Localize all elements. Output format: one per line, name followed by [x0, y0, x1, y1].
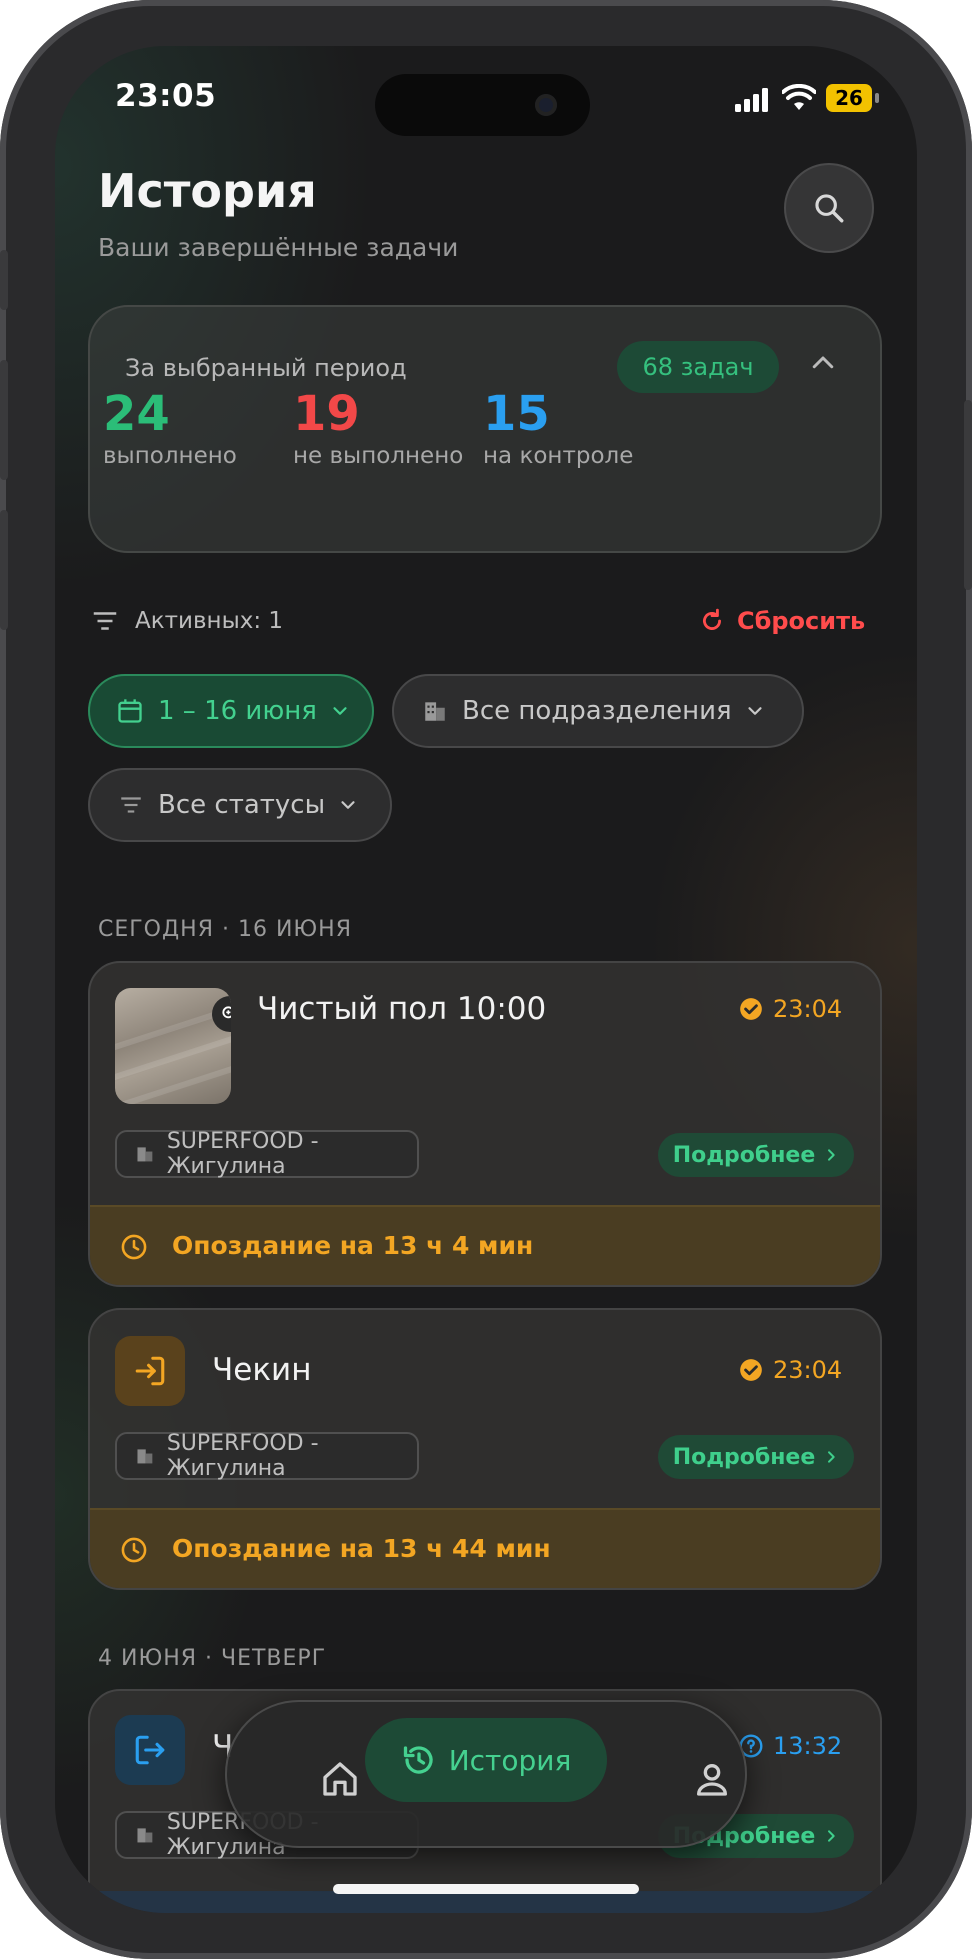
details-label: Подробнее [672, 1444, 816, 1470]
status-filter[interactable]: Все статусы [88, 768, 392, 842]
task-title: Чистый пол 10:00 [257, 991, 547, 1027]
late-text: Опоздание на 13 ч 44 мин [172, 1534, 551, 1563]
chevron-right-icon [828, 1149, 835, 1161]
wifi-icon [782, 84, 816, 110]
reset-filters-button[interactable]: Сбросить [737, 607, 865, 635]
stat-done-label: выполнено [103, 443, 237, 469]
date-range-label: 1 – 16 июня [158, 696, 317, 726]
task-photo-thumbnail[interactable] [115, 988, 231, 1104]
search-icon [815, 194, 844, 223]
home-icon[interactable] [320, 1759, 360, 1799]
task-time: 13:32 [773, 1732, 843, 1760]
profile-icon[interactable] [692, 1759, 732, 1799]
details-label: Подробнее [672, 1142, 816, 1168]
filter-icon [93, 612, 117, 630]
check-circle-icon [740, 1359, 762, 1381]
department-filter[interactable]: Все подразделения [392, 674, 804, 748]
details-button[interactable]: Подробнее [658, 1435, 854, 1479]
department-filter-label: Все подразделения [462, 696, 732, 726]
section-heading: 4 ИЮНЯ · ЧЕТВЕРГ [98, 1646, 327, 1671]
active-filters-label: Активных: 1 [135, 608, 284, 634]
home-indicator[interactable] [333, 1884, 639, 1894]
stat-control-label: на контроле [483, 443, 634, 469]
building-icon [137, 1147, 153, 1162]
late-banner: Опоздание на 13 ч 4 мин [90, 1205, 880, 1285]
side-button [0, 510, 8, 630]
page-subtitle: Ваши завершённые задачи [98, 233, 459, 262]
summary-label: За выбранный период [125, 354, 407, 382]
late-banner: Опоздание на 13 ч 44 мин [90, 1508, 880, 1588]
calendar-icon [118, 699, 142, 723]
chevron-down-icon [748, 707, 762, 715]
chevron-right-icon [828, 1451, 835, 1463]
battery-tip [875, 93, 879, 103]
filter-icon [121, 797, 141, 813]
section-heading: СЕГОДНЯ · 16 ИЮНЯ [98, 917, 353, 942]
building-icon [137, 1449, 153, 1464]
camera-icon [535, 94, 557, 116]
logout-icon [135, 1735, 165, 1765]
total-tasks-badge: 68 задач [617, 341, 779, 393]
history-icon [403, 1746, 433, 1774]
task-title: Чекин [212, 1352, 312, 1388]
stat-failed-label: не выполнено [293, 443, 464, 469]
search-button[interactable] [784, 163, 874, 253]
clock-icon [121, 1537, 147, 1563]
task-time: 23:04 [773, 995, 843, 1023]
late-text: Опоздание на 13 ч 4 мин [172, 1231, 534, 1260]
chevron-right-icon [828, 1830, 835, 1842]
status-time: 23:05 [115, 78, 217, 114]
clock-icon [121, 1234, 147, 1260]
task-card[interactable]: Чистый пол 10:00 23:04 SUPERFOOD - Жигул… [88, 961, 882, 1287]
chevron-down-icon [333, 707, 347, 715]
department-tag: SUPERFOOD - Жигулина [115, 1431, 419, 1481]
department-name: SUPERFOOD - Жигулина [166, 1431, 319, 1481]
battery-indicator: 26 [826, 84, 872, 112]
details-button[interactable]: Подробнее [658, 1133, 854, 1177]
dynamic-island [375, 74, 590, 136]
nav-history-label: История [448, 1743, 572, 1777]
task-time: 23:04 [773, 1356, 843, 1384]
checkout-tile [115, 1715, 185, 1785]
status-filter-label: Все статусы [158, 790, 326, 820]
checkin-tile [115, 1336, 185, 1406]
stat-done-value: 24 [103, 386, 170, 442]
side-button [0, 250, 8, 310]
date-range-filter[interactable]: 1 – 16 июня [88, 674, 374, 748]
screen: 23:05 26 История Ваши завершённые задачи… [55, 46, 917, 1913]
nav-history-tab[interactable]: История [365, 1718, 607, 1802]
chevron-down-icon [341, 801, 355, 809]
signal-icon [735, 88, 768, 112]
department-name: SUPERFOOD - Жигулина [166, 1129, 319, 1179]
chevron-up-icon[interactable] [808, 348, 838, 378]
refresh-icon[interactable] [699, 608, 725, 634]
department-tag: SUPERFOOD - Жигулина [115, 1129, 419, 1179]
task-card[interactable]: Чекин 23:04 SUPERFOOD - Жигулина Подробн… [88, 1308, 882, 1590]
side-button [0, 360, 8, 480]
login-icon [135, 1356, 165, 1386]
page-title: История [98, 164, 317, 218]
bottom-banner-edge [75, 1891, 897, 1913]
building-icon [137, 1828, 153, 1843]
side-button [964, 400, 972, 590]
building-icon [425, 702, 445, 721]
zoom-icon[interactable] [212, 996, 231, 1032]
check-circle-icon [740, 998, 762, 1020]
stat-control-value: 15 [483, 386, 550, 442]
stat-failed-value: 19 [293, 386, 360, 442]
